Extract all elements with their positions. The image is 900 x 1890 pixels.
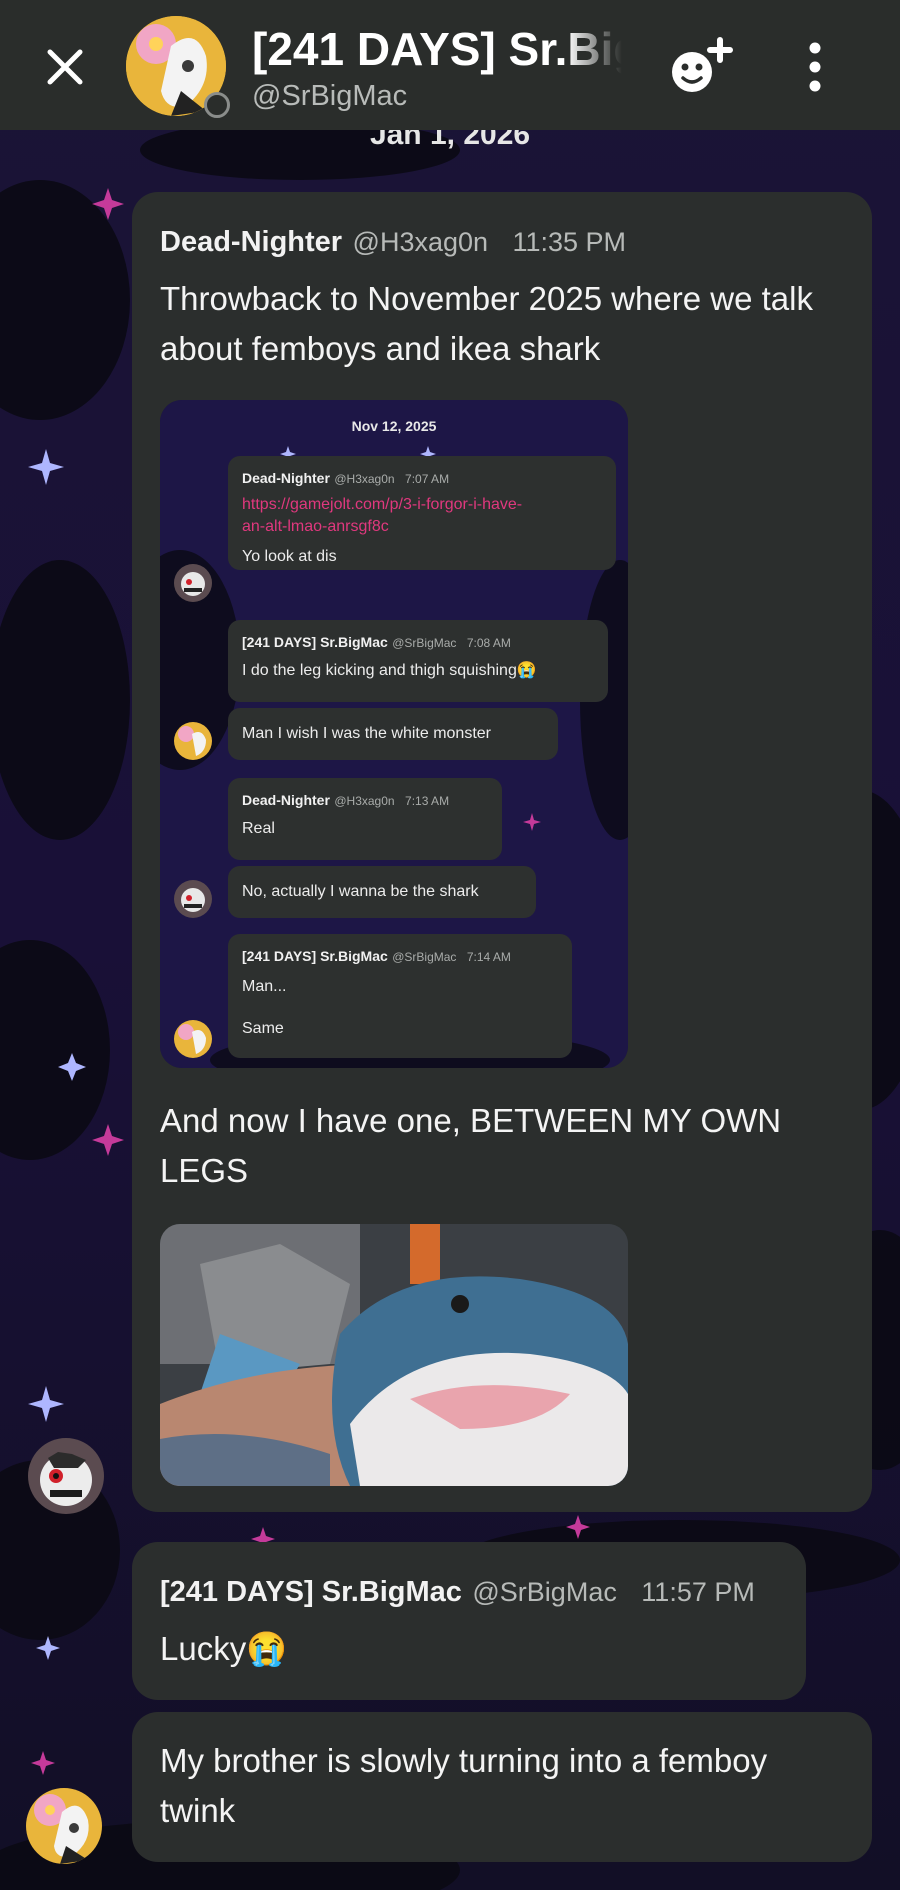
embedded-message: Dead-Nighter @H3xag0n 7:07 AM https://ga… (228, 456, 616, 570)
message-text: And now I have one, BETWEEN MY OWN LEGS (160, 1102, 782, 1189)
embedded-handle: @SrBigMac (392, 950, 457, 964)
message-text: Lucky (160, 1630, 247, 1667)
crying-emoji: 😭 (246, 1630, 288, 1667)
message-card[interactable]: My brother is slowly turning into a femb… (132, 1712, 872, 1862)
sender-avatar[interactable] (26, 1788, 102, 1864)
embedded-handle: @SrBigMac (392, 636, 457, 650)
embedded-author: Dead-Nighter (242, 470, 330, 486)
message-author[interactable]: Dead-Nighter (160, 226, 342, 258)
embedded-message: Man I wish I was the white monster (228, 708, 558, 760)
message-text: My brother is slowly turning into a femb… (160, 1742, 768, 1829)
message-header: [241 DAYS] Sr.BigMac @SrBigMac 11:57 PM (160, 1576, 755, 1609)
embedded-avatar (174, 722, 212, 760)
message-header: Dead-Nighter @H3xag0n 11:35 PM (160, 226, 626, 259)
attachment-photo[interactable] (160, 1224, 628, 1486)
embedded-link: https://gamejolt.com/p/3-i-forgor-i-have… (242, 496, 523, 513)
embedded-message: [241 DAYS] Sr.BigMac @SrBigMac 7:08 AM I… (228, 620, 608, 702)
embedded-text: Man... (242, 978, 287, 995)
message-handle: @SrBigMac (472, 1577, 617, 1607)
embedded-text: I do the leg kicking and thigh squishing (242, 662, 517, 679)
embedded-message: [241 DAYS] Sr.BigMac @SrBigMac 7:14 AM M… (228, 934, 572, 1058)
chat-username: @SrBigMac (252, 80, 408, 112)
message-text-row: Lucky😭 (160, 1624, 287, 1674)
crying-emoji: 😭 (516, 662, 537, 679)
embedded-author: [241 DAYS] Sr.BigMac (242, 634, 388, 650)
embedded-author: [241 DAYS] Sr.BigMac (242, 948, 388, 964)
more-vert-icon[interactable] (800, 38, 830, 96)
embedded-author: Dead-Nighter (242, 792, 330, 808)
embedded-time: 7:14 AM (466, 950, 511, 964)
message-card[interactable]: [241 DAYS] Sr.BigMac @SrBigMac 11:57 PM … (132, 1542, 806, 1700)
chat-title: [241 DAYS] Sr.BigMac (252, 23, 622, 75)
embedded-time: 7:13 AM (405, 794, 450, 808)
embedded-text: Same (242, 1020, 284, 1037)
message-handle: @H3xag0n (352, 227, 489, 257)
add-friend-icon[interactable] (668, 36, 738, 96)
status-indicator (204, 92, 230, 118)
embedded-avatar (174, 880, 212, 918)
embedded-text: No, actually I wanna be the shark (242, 883, 479, 900)
attachment-screenshot[interactable]: Nov 12, 2025 Dead-Nighter @H3xag0n 7:07 … (160, 400, 628, 1068)
embedded-link: an-alt-lmao-anrsgf8c (242, 518, 389, 535)
embedded-text: Man I wish I was the white monster (242, 725, 491, 742)
embedded-message: No, actually I wanna be the shark (228, 866, 536, 918)
embedded-handle: @H3xag0n (334, 794, 395, 808)
embedded-time: 7:07 AM (405, 472, 450, 486)
close-icon[interactable] (38, 40, 92, 94)
embedded-message: Dead-Nighter @H3xag0n 7:13 AM Real (228, 778, 502, 860)
embedded-text: Yo look at dis (242, 548, 337, 565)
embedded-avatar (174, 564, 212, 602)
embedded-date: Nov 12, 2025 (351, 418, 437, 434)
message-text: Throwback to November 2025 where we talk… (160, 280, 813, 367)
embedded-time: 7:08 AM (466, 636, 511, 650)
message-time: 11:57 PM (641, 1577, 755, 1607)
message-time: 11:35 PM (512, 227, 627, 257)
embedded-handle: @H3xag0n (334, 472, 395, 486)
embedded-avatar (174, 1020, 212, 1058)
message-author[interactable]: [241 DAYS] Sr.BigMac (160, 1576, 462, 1608)
chat-header: [241 DAYS] Sr.BigMac @SrBigMac (0, 0, 900, 130)
embedded-text: Real (242, 820, 275, 837)
sender-avatar[interactable] (28, 1438, 104, 1514)
